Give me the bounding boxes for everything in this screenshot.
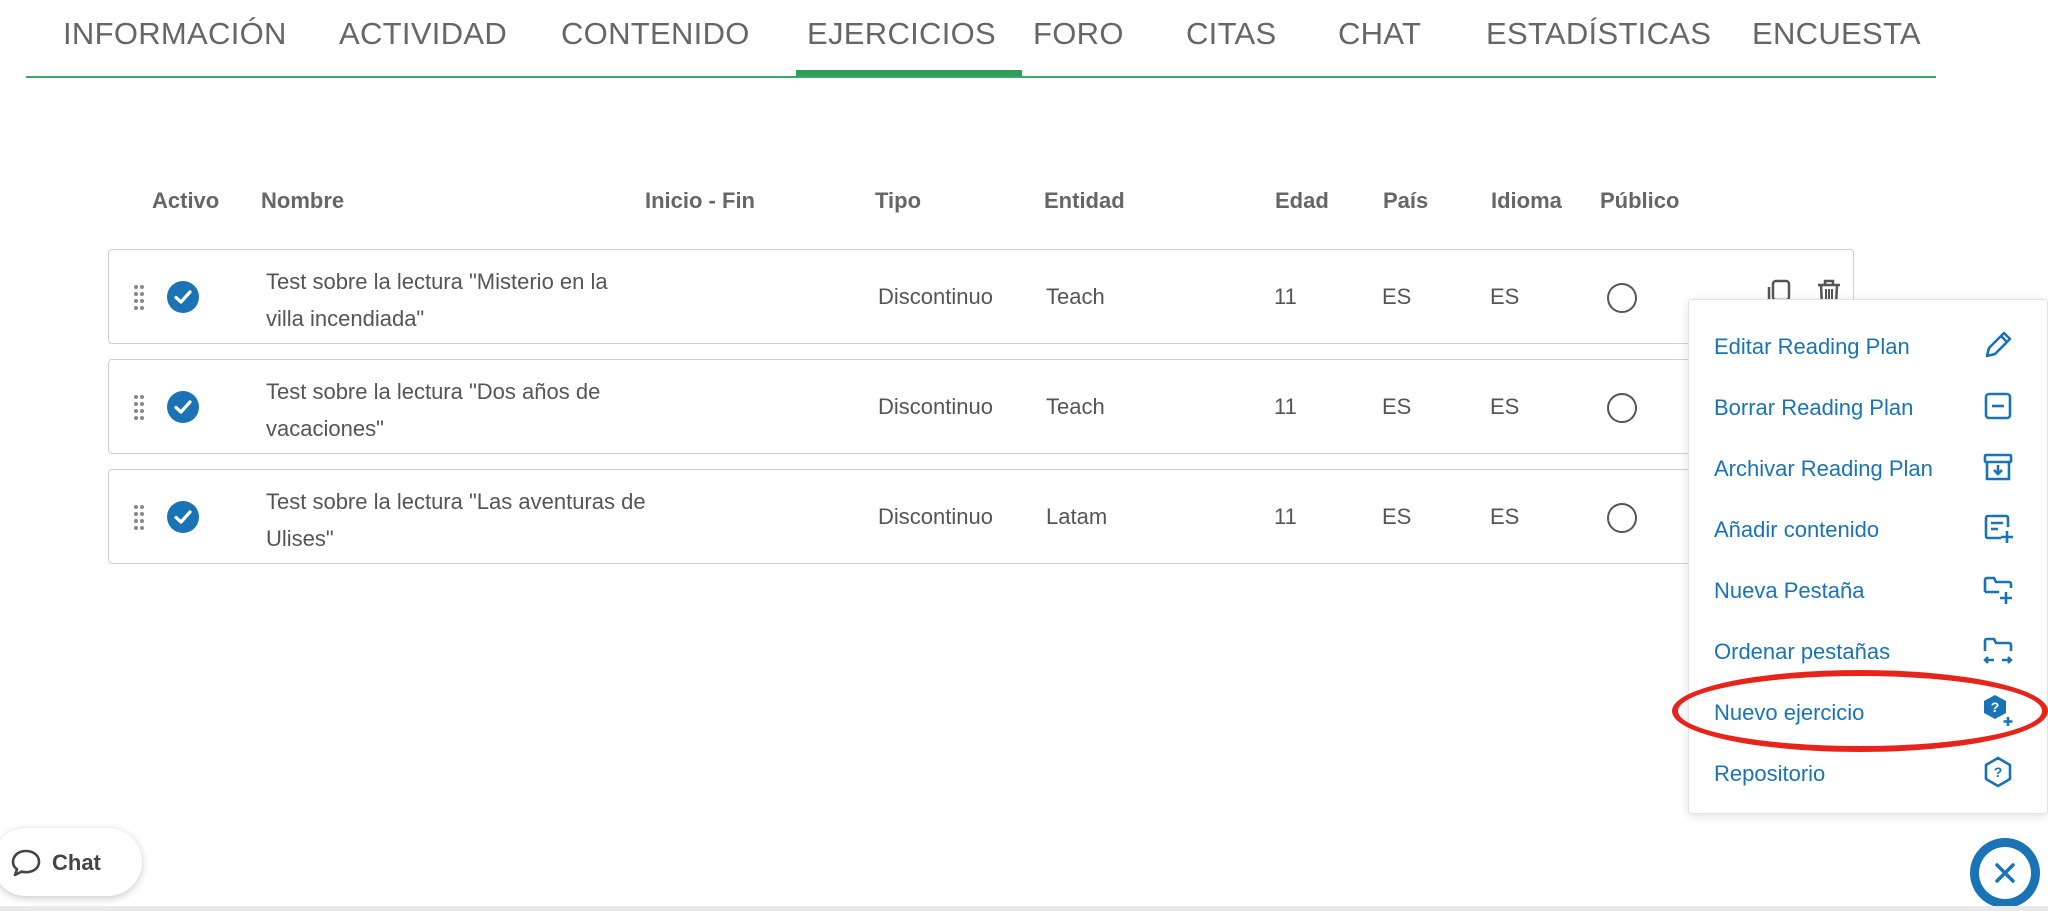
exercise-name: Test sobre la lectura "Dos años de vacac… [266,379,601,441]
check-icon [174,290,192,304]
tab-bar: INFORMACIÓN ACTIVIDAD CONTENIDO EJERCICI… [26,0,1936,78]
drag-handle-icon[interactable] [133,284,145,310]
cell-idioma: ES [1490,504,1520,529]
svg-text:?: ? [1994,764,2003,780]
add-content-icon[interactable] [1981,511,2015,545]
public-radio[interactable] [1607,283,1637,313]
cell-idioma: ES [1490,284,1520,309]
cell-edad: 11 [1274,284,1297,309]
tab-informacion[interactable]: INFORMACIÓN [63,16,287,52]
fab-inner [1979,847,2031,899]
tab-actividad[interactable]: ACTIVIDAD [339,16,507,52]
tab-chat[interactable]: CHAT [1338,16,1421,52]
table-row[interactable]: Test sobre la lectura "Dos años de vacac… [108,359,1854,454]
cell-pais: ES [1382,284,1412,309]
tab-contenido[interactable]: CONTENIDO [561,16,750,52]
active-tab-indicator [796,70,1022,76]
menu-item-order-tabs[interactable]: Ordenar pestañas [1714,639,1890,665]
header-tipo: Tipo [875,188,922,213]
cell-tipo: Discontinuo [878,394,993,419]
cell-pais: ES [1382,504,1412,529]
header-publico: Público [1600,188,1680,213]
cell-pais: ES [1382,394,1412,419]
menu-item-archive-reading-plan[interactable]: Archivar Reading Plan [1714,456,1933,482]
reorder-tabs-icon[interactable] [1981,633,2015,667]
menu-item-edit-reading-plan[interactable]: Editar Reading Plan [1714,334,1910,360]
cell-entidad: Teach [1046,394,1105,419]
close-icon [1995,863,2015,883]
cell-edad: 11 [1274,394,1297,419]
tab-citas[interactable]: CITAS [1186,16,1277,52]
exercise-name: Test sobre la lectura "Misterio en la vi… [266,269,608,331]
active-checkbox[interactable] [167,501,199,533]
check-icon [174,400,192,414]
public-radio[interactable] [1607,393,1637,423]
menu-item-new-tab[interactable]: Nueva Pestaña [1714,578,1864,604]
header-edad: Edad [1275,188,1329,213]
cell-entidad: Latam [1046,504,1108,529]
cell-tipo: Discontinuo [878,504,993,529]
menu-item-repository[interactable]: Repositorio [1714,761,1825,787]
cell-tipo: Discontinuo [878,284,993,309]
header-pais: País [1383,188,1429,213]
header-entidad: Entidad [1044,188,1125,213]
table-row[interactable]: Test sobre la lectura "Misterio en la vi… [108,249,1854,344]
tab-encuesta[interactable]: ENCUESTA [1752,16,1921,52]
exercise-name: Test sobre la lectura "Las aventuras de … [266,489,646,551]
bottom-edge [0,906,2048,911]
active-checkbox[interactable] [167,281,199,313]
chat-widget-button[interactable]: Chat [0,828,142,896]
active-checkbox[interactable] [167,391,199,423]
check-icon [174,510,192,524]
drag-handle-icon[interactable] [133,504,145,530]
highlight-annotation [1672,670,2048,752]
header-nombre: Nombre [261,188,345,213]
close-menu-button[interactable] [1970,838,2040,908]
pencil-icon[interactable] [1981,328,2015,362]
tab-ejercicios[interactable]: EJERCICIOS [807,16,996,52]
header-idioma: Idioma [1491,188,1562,213]
menu-item-add-content[interactable]: Añadir contenido [1714,517,1879,543]
drag-handle-icon[interactable] [133,394,145,420]
repository-icon[interactable]: ? [1981,755,2015,789]
cell-entidad: Teach [1046,284,1105,309]
header-inicio-fin: Inicio - Fin [645,188,755,213]
chat-label: Chat [52,850,101,875]
archive-icon[interactable] [1981,450,2015,484]
chat-bubble-icon [11,849,41,877]
header-activo: Activo [152,188,220,213]
public-radio[interactable] [1607,503,1637,533]
tab-estadisticas[interactable]: ESTADÍSTICAS [1486,16,1711,52]
table-row[interactable]: Test sobre la lectura "Las aventuras de … [108,469,1854,564]
minus-box-icon[interactable] [1981,389,2015,423]
tab-foro[interactable]: FORO [1033,16,1124,52]
new-tab-icon[interactable] [1981,572,2015,606]
cell-edad: 11 [1274,504,1297,529]
cell-idioma: ES [1490,394,1520,419]
menu-item-delete-reading-plan[interactable]: Borrar Reading Plan [1714,395,1913,421]
